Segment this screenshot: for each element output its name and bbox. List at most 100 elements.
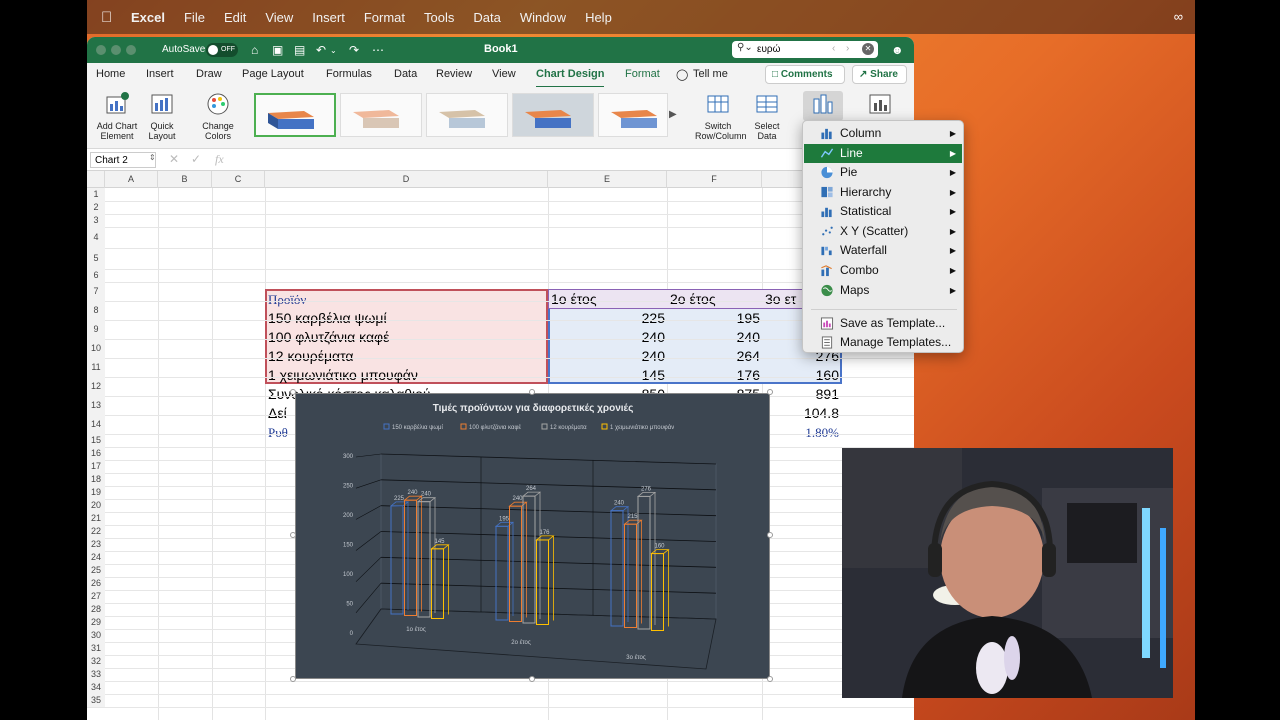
column-header-c[interactable]: C	[212, 171, 265, 188]
menu-item-save-as-template[interactable]: Save as Template...	[804, 314, 962, 333]
row-header[interactable]: 18	[87, 473, 105, 486]
row-header[interactable]: 22	[87, 525, 105, 538]
autosave-toggle[interactable]: OFF	[206, 43, 238, 57]
cell-e7[interactable]: 1ο έτος	[551, 290, 597, 309]
search-value[interactable]: ευρώ	[757, 44, 780, 55]
share-button[interactable]: ↗ Share	[852, 65, 907, 84]
row-header[interactable]: 28	[87, 603, 105, 616]
cell-f8[interactable]: 195	[667, 309, 760, 328]
column-header-d[interactable]: D	[265, 171, 548, 188]
tell-me-field[interactable]: Tell me	[693, 68, 728, 80]
chart-resize-handle[interactable]	[767, 676, 773, 682]
row-header[interactable]: 4	[87, 227, 105, 248]
menu-data[interactable]: Data	[473, 10, 500, 25]
tab-formulas[interactable]: Formulas	[326, 68, 372, 80]
cancel-formula-icon[interactable]: ✕	[169, 152, 179, 166]
row-header[interactable]: 14	[87, 415, 105, 434]
change-chart-type-button[interactable]	[803, 91, 843, 121]
add-chart-element-button[interactable]: Add Chart Element	[93, 91, 141, 141]
row-header[interactable]: 26	[87, 577, 105, 590]
tab-format[interactable]: Format	[625, 68, 660, 80]
share-people-icon[interactable]: ☻	[891, 43, 904, 57]
row-header[interactable]: 23	[87, 538, 105, 551]
menu-item-column[interactable]: Column ▶	[804, 124, 962, 143]
chart-style-4[interactable]	[512, 93, 594, 137]
row-header[interactable]: 20	[87, 499, 105, 512]
row-header[interactable]: 10	[87, 339, 105, 358]
tab-review[interactable]: Review	[436, 68, 472, 80]
menu-item-manage-templates[interactable]: Manage Templates...	[804, 333, 962, 352]
switch-row-column-button[interactable]: Switch Row/Column	[695, 91, 747, 141]
menu-item-line[interactable]: Line ▶	[804, 144, 962, 163]
chart-resize-handle[interactable]	[767, 389, 773, 395]
row-header[interactable]: 1	[87, 188, 105, 201]
row-header[interactable]: 12	[87, 377, 105, 396]
save-icon[interactable]: ▣	[272, 43, 283, 57]
cell-d10[interactable]: 12 κουρέματα	[268, 347, 354, 366]
menu-item-waterfall[interactable]: Waterfall ▶	[804, 241, 962, 260]
cell-g11[interactable]: 160	[762, 366, 839, 385]
row-header[interactable]: 5	[87, 248, 105, 269]
confirm-formula-icon[interactable]: ✓	[191, 152, 201, 166]
menu-item-maps[interactable]: Maps ▶	[804, 281, 962, 300]
function-icon[interactable]: fx	[215, 152, 224, 167]
row-header[interactable]: 11	[87, 358, 105, 377]
menu-item-combo[interactable]: Combo ▶	[804, 261, 962, 280]
chart-resize-handle[interactable]	[529, 389, 535, 395]
tab-insert[interactable]: Insert	[146, 68, 174, 80]
name-box[interactable]: Chart 2	[90, 152, 156, 168]
clear-search-icon[interactable]: ✕	[862, 43, 874, 55]
search-next-icon[interactable]: ›	[846, 43, 849, 54]
row-header[interactable]: 27	[87, 590, 105, 603]
tab-view[interactable]: View	[492, 68, 516, 80]
menu-view[interactable]: View	[265, 10, 293, 25]
chart-resize-handle[interactable]	[290, 532, 296, 538]
comments-button[interactable]: □ Comments	[765, 65, 845, 84]
change-colors-button[interactable]: Change Colors	[196, 91, 240, 141]
move-chart-button[interactable]	[865, 91, 895, 121]
cell-d11[interactable]: 1 χειμωνιάτικο μπουφάν	[268, 366, 418, 385]
row-header[interactable]: 16	[87, 447, 105, 460]
cell-f9[interactable]: 240	[667, 328, 760, 347]
chart-style-1[interactable]	[254, 93, 336, 137]
select-all-corner[interactable]	[87, 171, 105, 188]
menu-item-statistical[interactable]: Statistical ▶	[804, 202, 962, 221]
cell-e10[interactable]: 240	[548, 347, 665, 366]
tab-home[interactable]: Home	[96, 68, 125, 80]
chart-style-5[interactable]	[598, 93, 668, 137]
cell-d8[interactable]: 150 καρβέλια ψωμί	[268, 309, 387, 328]
cell-g14[interactable]: 1.80%	[762, 423, 839, 442]
menu-insert[interactable]: Insert	[312, 10, 345, 25]
meta-icon[interactable]: ∞	[1174, 9, 1183, 24]
chart-resize-handle[interactable]	[290, 676, 296, 682]
row-header[interactable]: 15	[87, 434, 105, 447]
gallery-more-icon[interactable]: ▶	[669, 109, 677, 120]
tab-data[interactable]: Data	[394, 68, 417, 80]
row-header[interactable]: 9	[87, 320, 105, 339]
undo-dropdown-icon[interactable]: ⌄	[330, 46, 337, 55]
menu-item-x-y-scatter[interactable]: X Y (Scatter) ▶	[804, 222, 962, 241]
row-header[interactable]: 8	[87, 301, 105, 320]
close-window-button[interactable]	[96, 45, 106, 55]
chart-style-3[interactable]	[426, 93, 508, 137]
row-header[interactable]: 35	[87, 694, 105, 707]
quick-layout-button[interactable]: Quick Layout	[142, 91, 182, 141]
menu-item-pie[interactable]: Pie ▶	[804, 163, 962, 182]
cell-g13[interactable]: 104.8	[762, 404, 839, 423]
cell-d9[interactable]: 100 φλυτζάνια καφέ	[268, 328, 389, 347]
undo-icon[interactable]: ↶	[316, 43, 326, 57]
row-header[interactable]: 31	[87, 642, 105, 655]
row-header[interactable]: 13	[87, 396, 105, 415]
cell-f7[interactable]: 2ο έτος	[670, 290, 716, 309]
cell-d13[interactable]: Δεί	[268, 404, 287, 423]
column-header-e[interactable]: E	[548, 171, 667, 188]
row-header[interactable]: 7	[87, 282, 105, 301]
save-as-icon[interactable]: ▤	[294, 43, 305, 57]
menu-app-name[interactable]: Excel	[131, 10, 165, 25]
row-header[interactable]: 34	[87, 681, 105, 694]
redo-icon[interactable]: ↷	[349, 43, 359, 57]
row-header[interactable]: 19	[87, 486, 105, 499]
apple-logo-icon[interactable]: 	[101, 9, 117, 26]
select-data-button[interactable]: Select Data	[747, 91, 787, 141]
cell-e11[interactable]: 145	[548, 366, 665, 385]
